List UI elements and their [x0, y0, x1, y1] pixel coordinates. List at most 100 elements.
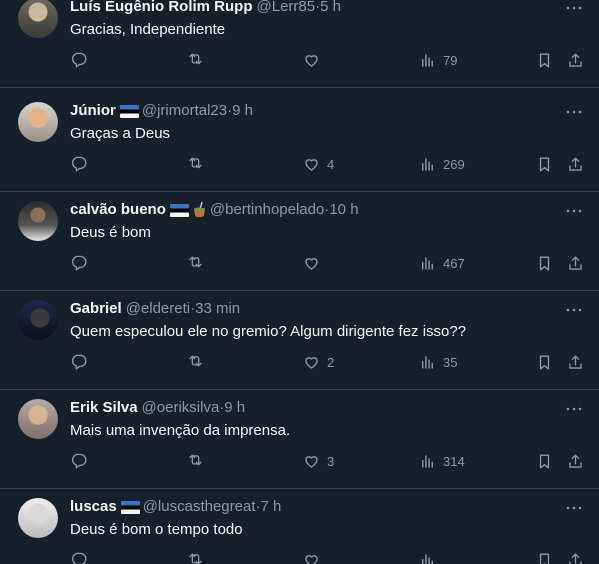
like-button[interactable]: 3 [302, 451, 334, 471]
views-button[interactable]: 467 [418, 253, 465, 273]
retweet-button[interactable] [186, 451, 211, 471]
timestamp[interactable]: 9 h [232, 101, 253, 121]
share-button[interactable] [566, 50, 585, 70]
share-icon [569, 255, 582, 270]
bookmark-button[interactable] [535, 352, 554, 372]
tweet-text: Quem especulou ele no gremio? Algum diri… [70, 323, 467, 340]
like-button[interactable] [302, 50, 327, 70]
views-button[interactable]: 269 [418, 154, 465, 174]
like-button[interactable] [302, 253, 327, 273]
more-options-button[interactable] [565, 0, 583, 16]
tweet[interactable]: luscas @luscasthegreat · 7 h Deus é bom o … [0, 490, 599, 564]
tweet[interactable]: Erik Silva @oeriksilva · 9 h Mais uma inve… [0, 391, 599, 489]
reply-icon [71, 453, 87, 469]
share-button[interactable] [566, 550, 585, 564]
bookmark-button[interactable] [535, 451, 554, 471]
retweet-button[interactable] [186, 154, 211, 174]
handle[interactable]: @jrimortal23 [142, 101, 227, 121]
reply-icon [71, 552, 87, 564]
display-name[interactable]: Gabriel [70, 299, 122, 319]
like-button[interactable]: 4 [302, 154, 334, 174]
avatar[interactable] [18, 399, 58, 439]
reply-button[interactable] [70, 50, 95, 70]
timestamp[interactable]: 5 h [320, 0, 341, 17]
display-name[interactable]: luscas [70, 497, 117, 517]
tweet-text: Deus é bom o tempo todo [70, 521, 243, 538]
tweet-header: Erik Silva @oeriksilva · 9 h [70, 398, 245, 418]
timestamp[interactable]: 9 h [224, 398, 245, 418]
reply-button[interactable] [70, 550, 95, 564]
display-name[interactable]: calvão bueno [70, 200, 166, 220]
tweet[interactable]: Júnior @jrimortal23 · 9 h Graças a Deus 4 26… [0, 94, 599, 192]
bookmark-button[interactable] [535, 550, 554, 564]
share-button[interactable] [566, 451, 585, 471]
tweet[interactable]: Luís Eugênio Rolim Rupp @Lerr85 · 5 h Grac… [0, 0, 599, 88]
display-name[interactable]: Erik Silva [70, 398, 138, 418]
like-icon [305, 554, 318, 564]
share-button[interactable] [566, 253, 585, 273]
retweet-button[interactable] [186, 50, 211, 70]
retweet-icon [189, 354, 202, 366]
estonia-flag-emoji [120, 500, 140, 514]
views-button[interactable]: 79 [418, 50, 457, 70]
timestamp[interactable]: 10 h [329, 200, 358, 220]
views-icon [422, 53, 433, 67]
avatar[interactable] [18, 102, 58, 142]
share-icon [569, 52, 582, 67]
like-button[interactable] [302, 550, 327, 564]
retweet-icon [189, 552, 202, 564]
reply-button[interactable] [70, 451, 95, 471]
handle[interactable]: @Lerr85 [257, 0, 316, 17]
like-button[interactable]: 2 [302, 352, 334, 372]
avatar[interactable] [18, 0, 58, 38]
views-count: 467 [443, 255, 465, 271]
retweet-button[interactable] [186, 352, 211, 372]
more-options-button[interactable] [565, 104, 583, 120]
more-options-button[interactable] [565, 203, 583, 219]
bookmark-button[interactable] [535, 154, 554, 174]
retweet-button[interactable] [186, 550, 211, 564]
timestamp[interactable]: 33 min [195, 299, 240, 319]
reply-icon [71, 255, 87, 271]
bookmark-button[interactable] [535, 50, 554, 70]
tweet[interactable]: calvão bueno @bertinhopelado · 10 h Deus é… [0, 193, 599, 291]
display-name[interactable]: Júnior [70, 101, 116, 121]
timestamp[interactable]: 7 h [261, 497, 282, 517]
avatar[interactable] [18, 201, 58, 241]
more-options-button[interactable] [565, 401, 583, 417]
reply-button[interactable] [70, 352, 95, 372]
tweet[interactable]: Gabriel @eldereti · 33 min Quem especulou … [0, 292, 599, 390]
reply-button[interactable] [70, 154, 95, 174]
reply-button[interactable] [70, 253, 95, 273]
reply-feed: Luís Eugênio Rolim Rupp @Lerr85 · 5 h Grac… [0, 0, 599, 564]
more-options-button[interactable] [565, 302, 583, 318]
views-button[interactable]: 314 [418, 451, 465, 471]
share-icon [569, 552, 582, 564]
avatar[interactable] [18, 498, 58, 538]
tweet-text: Gracias, Independiente [70, 21, 226, 38]
share-button[interactable] [566, 352, 585, 372]
handle[interactable]: @oeriksilva [142, 398, 220, 418]
more-options-button[interactable] [565, 500, 583, 516]
avatar[interactable] [18, 300, 58, 340]
handle[interactable]: @bertinhopelado [210, 200, 324, 220]
tweet-header: Luís Eugênio Rolim Rupp @Lerr85 · 5 h [70, 0, 341, 17]
retweet-icon [189, 453, 202, 465]
handle[interactable]: @eldereti [126, 299, 190, 319]
tweet-header: luscas @luscasthegreat · 7 h [70, 497, 281, 517]
views-button[interactable]: 35 [418, 352, 457, 372]
views-icon [422, 553, 433, 564]
retweet-button[interactable] [186, 253, 211, 273]
share-icon [569, 354, 582, 369]
bookmark-button[interactable] [535, 253, 554, 273]
like-count: 4 [327, 156, 335, 172]
share-icon [569, 156, 582, 171]
like-count: 3 [327, 453, 335, 469]
bookmark-icon [539, 354, 550, 370]
share-button[interactable] [566, 154, 585, 174]
views-button[interactable] [418, 550, 443, 564]
handle[interactable]: @luscasthegreat [143, 497, 256, 517]
display-name[interactable]: Luís Eugênio Rolim Rupp [70, 0, 253, 17]
estonia-flag-emoji [169, 203, 189, 217]
retweet-icon [189, 52, 202, 64]
